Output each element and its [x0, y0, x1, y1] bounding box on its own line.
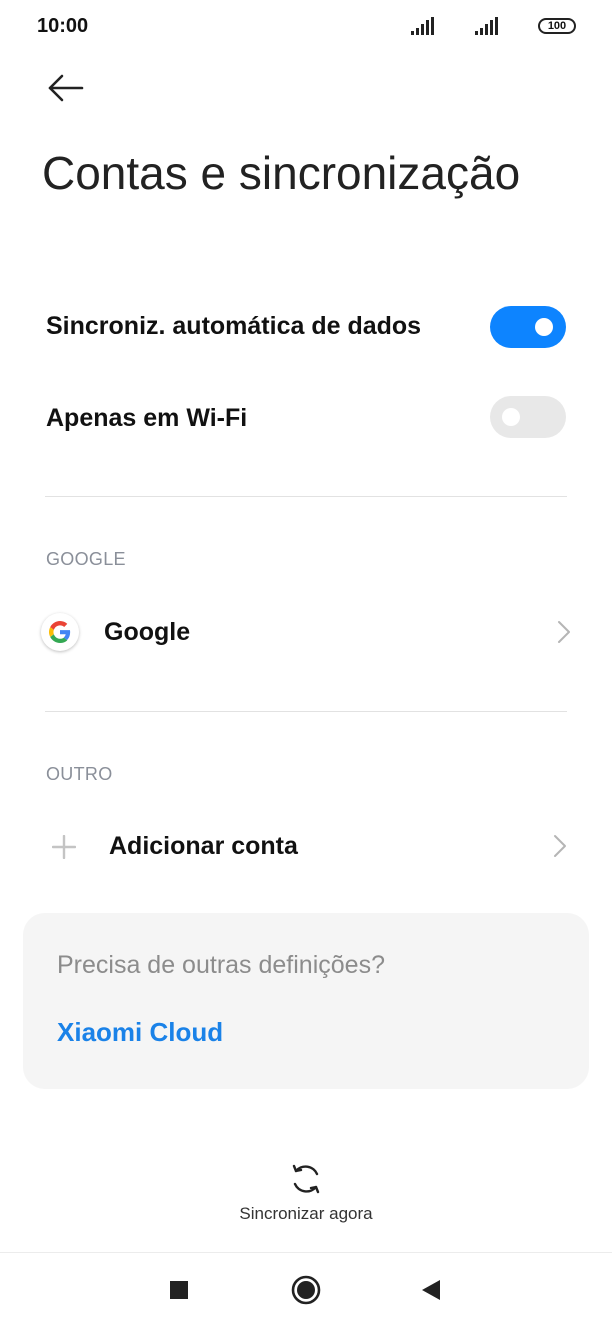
sync-now-button[interactable]: Sincronizar agora — [206, 1156, 406, 1226]
wifi-only-label: Apenas em Wi-Fi — [46, 404, 248, 432]
battery-icon: 100 — [538, 18, 576, 34]
home-button[interactable] — [289, 1273, 323, 1307]
auto-sync-row[interactable]: Sincroniz. automática de dados — [0, 287, 612, 367]
wifi-only-row[interactable]: Apenas em Wi-Fi — [0, 377, 612, 457]
toggle-knob — [535, 318, 553, 336]
recent-apps-button[interactable] — [162, 1273, 196, 1307]
chevron-right-icon — [558, 621, 570, 643]
wifi-only-toggle[interactable] — [490, 396, 566, 438]
sync-now-label: Sincronizar agora — [239, 1204, 373, 1223]
section-header-other: OUTRO — [46, 764, 113, 784]
accounts-sync-screen: 10:00 100 Contas e sincronização Sincron… — [0, 0, 612, 1326]
back-button[interactable] — [44, 68, 88, 108]
google-logo-icon — [41, 613, 79, 651]
divider — [45, 711, 567, 712]
nav-back-button[interactable] — [414, 1273, 448, 1307]
chevron-right-icon — [554, 835, 566, 857]
square-icon — [170, 1281, 188, 1299]
section-header-google: GOOGLE — [46, 549, 126, 569]
google-account-label: Google — [104, 618, 191, 646]
add-account-label: Adicionar conta — [109, 832, 298, 860]
sync-icon — [292, 1164, 320, 1194]
add-account-row[interactable]: Adicionar conta — [0, 806, 612, 886]
status-bar: 10:00 100 — [0, 0, 612, 54]
other-settings-question: Precisa de outras definições? — [57, 951, 385, 979]
navigation-bar — [0, 1252, 612, 1326]
signal-icon — [475, 17, 498, 35]
plus-icon — [52, 835, 76, 859]
auto-sync-toggle[interactable] — [490, 306, 566, 348]
xiaomi-cloud-link[interactable]: Xiaomi Cloud — [57, 1017, 223, 1048]
other-settings-card: Precisa de outras definições? Xiaomi Clo… — [23, 913, 589, 1089]
signal-icon — [411, 17, 434, 35]
arrow-left-icon — [48, 74, 84, 102]
google-account-row[interactable]: Google — [0, 592, 612, 672]
page-title: Contas e sincronização — [42, 147, 521, 199]
auto-sync-label: Sincroniz. automática de dados — [46, 312, 422, 340]
circle-icon — [291, 1275, 321, 1305]
status-time: 10:00 — [37, 15, 89, 37]
triangle-left-icon — [422, 1280, 440, 1300]
divider — [45, 496, 567, 497]
toggle-knob — [502, 408, 520, 426]
